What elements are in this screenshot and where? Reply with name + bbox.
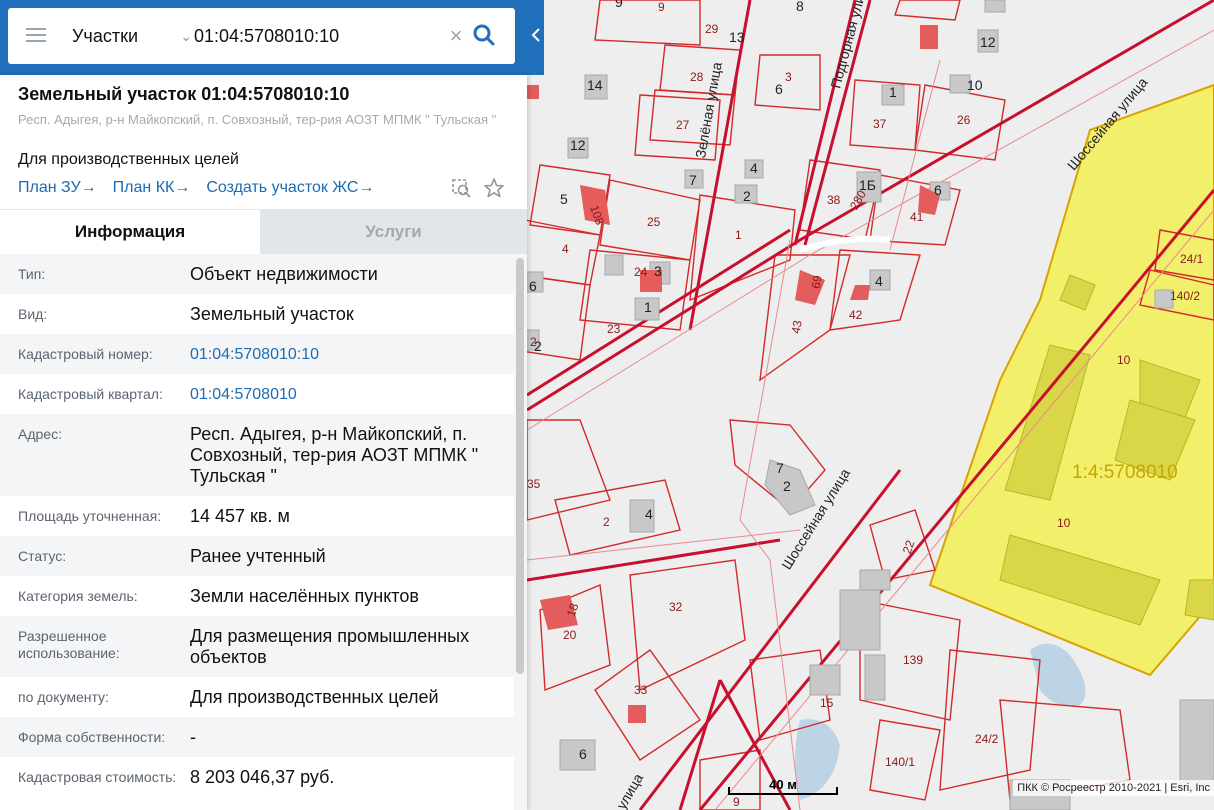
create-zs-link[interactable]: Создать участок ЖС→ — [206, 179, 374, 197]
parcel-label: 23 — [607, 322, 621, 336]
parcel-label: 37 — [873, 117, 887, 131]
building-number: 13 — [729, 29, 745, 45]
plan-zu-link[interactable]: План ЗУ→ — [18, 179, 97, 197]
scale-tick — [728, 787, 730, 795]
tab-services[interactable]: Услуги — [260, 210, 527, 254]
search-button[interactable] — [470, 20, 498, 50]
building-number: 4 — [645, 506, 653, 522]
parcel-label: 35 — [527, 477, 541, 491]
building-number: 8 — [796, 0, 804, 14]
parcel-label: 33 — [634, 683, 648, 697]
parcel-label: 41 — [910, 210, 924, 224]
building-number: 3 — [654, 263, 662, 279]
parcel-label: 29 — [705, 22, 719, 36]
building-number: 1 — [644, 299, 652, 315]
arrow-right-icon: → — [358, 179, 375, 196]
link-label: План ЗУ — [18, 179, 81, 196]
scale-label: 40 м — [769, 777, 797, 792]
parcel-label: 26 — [957, 113, 971, 127]
parcel-label: 24/2 — [975, 732, 999, 746]
building-number: 4 — [875, 273, 883, 289]
road-white — [799, 235, 891, 253]
cadastral-number-overlay: 1:4:5708010 — [1072, 462, 1178, 483]
link-label: План КК — [112, 179, 175, 196]
building-number: 10 — [967, 77, 983, 93]
parcel-label: 10 — [1117, 353, 1131, 367]
cadastral-quarter-link[interactable]: 01:04:5708010 — [190, 384, 510, 405]
plan-kk-link[interactable]: План КК→ — [113, 179, 191, 197]
building-number: 6 — [529, 278, 537, 294]
star-icon[interactable] — [484, 178, 504, 198]
map-attribution: ПКК © Росреестр 2010-2021 | Esri, Inc — [1013, 780, 1214, 796]
building-number: 7 — [689, 172, 697, 188]
parcel-label: 25 — [647, 215, 661, 229]
parcel-label: 4 — [562, 242, 569, 256]
parcel-label: 24 — [634, 265, 648, 279]
parcel-label: 139 — [903, 653, 924, 667]
building-number: 6 — [579, 746, 587, 762]
building-number: 12 — [570, 137, 586, 153]
parcel-label: 15 — [820, 696, 834, 710]
parcel-label: 9 — [733, 795, 740, 809]
parcel-label: 20 — [563, 628, 577, 642]
building-number: 5 — [560, 191, 568, 207]
parcel-label: 43 — [788, 319, 805, 335]
link-label: Создать участок ЖС — [206, 179, 359, 196]
panel-tabs: Информация Услуги — [0, 209, 527, 254]
parcel-label: 1 — [735, 228, 742, 242]
building-number: 6 — [934, 182, 942, 198]
search-type-label: Участки — [72, 26, 138, 46]
scale-bar — [728, 793, 838, 795]
cadastral-number-link[interactable]: 01:04:5708010:10 — [190, 344, 510, 365]
arrow-right-icon: → — [174, 179, 191, 196]
tab-info[interactable]: Информация — [0, 210, 260, 254]
parcel-label: 9 — [658, 0, 665, 14]
parcel-label: 38 — [827, 193, 841, 207]
building-number: 7 — [776, 460, 784, 476]
parcel-label: 2 — [603, 515, 610, 529]
building-number: 9 — [615, 0, 623, 10]
parcel-label: 69 — [808, 274, 825, 290]
building-number: 2 — [743, 188, 751, 204]
building-number: 2 — [534, 338, 542, 354]
search-box: Участки ⌄ × — [8, 8, 515, 64]
building-number: 2 — [783, 478, 791, 494]
building-number: 12 — [980, 34, 996, 50]
map-scale: 40 м — [728, 777, 838, 797]
building-number: 1Б — [859, 177, 876, 193]
parcel-label: 140/2 — [1170, 289, 1201, 303]
building-number: 1 — [889, 84, 897, 100]
collapse-panel-button[interactable] — [527, 20, 544, 50]
building-number: 14 — [587, 77, 603, 93]
search-input[interactable] — [194, 21, 434, 51]
scale-tick — [836, 787, 838, 795]
search-bar-container: Участки ⌄ × — [0, 0, 544, 75]
zoom-to-object-icon[interactable] — [452, 179, 471, 198]
arrow-right-icon: → — [80, 179, 97, 196]
menu-icon[interactable] — [26, 28, 46, 44]
parcel-label: 140/1 — [885, 755, 916, 769]
parcel-label: 32 — [669, 600, 683, 614]
search-type-select[interactable]: Участки ⌄ — [72, 22, 192, 50]
parcel-label: 28 — [690, 70, 704, 84]
parcel-label: 3 — [785, 70, 792, 84]
object-tools — [450, 176, 510, 200]
search-icon — [473, 24, 495, 46]
clear-icon[interactable]: × — [446, 22, 466, 50]
parcel-label: 27 — [676, 118, 690, 132]
parcel-label: 10 — [1057, 516, 1071, 530]
parcel-label: 24/1 — [1180, 252, 1204, 266]
building-number: 4 — [750, 160, 758, 176]
chevron-down-icon: ⌄ — [180, 28, 192, 44]
parcel-label: 42 — [849, 308, 863, 322]
chevron-left-icon — [531, 28, 540, 42]
building-number: 6 — [775, 81, 783, 97]
